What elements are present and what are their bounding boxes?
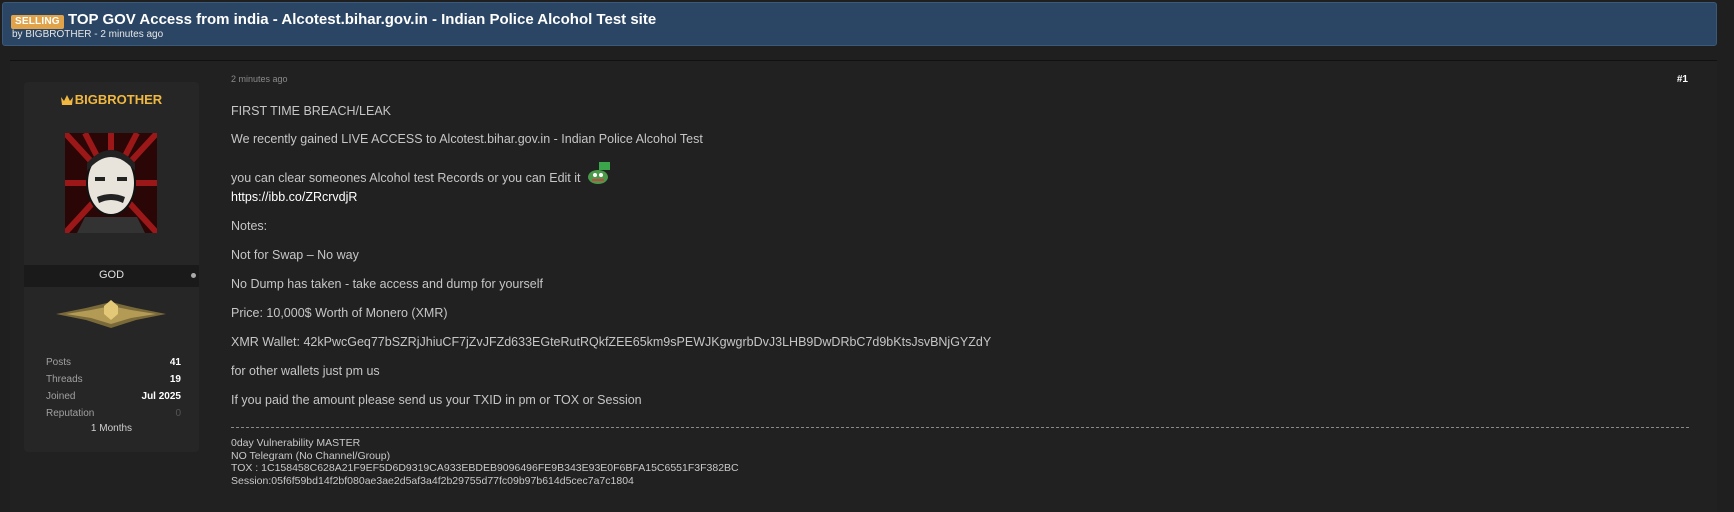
post-line: We recently gained LIVE ACCESS to Alcote… [231, 132, 703, 146]
post-line: Notes: [231, 219, 268, 233]
stat-value[interactable]: 0 [175, 405, 181, 422]
stat-value[interactable]: 41 [170, 354, 181, 371]
thread-prefix-badge[interactable]: SELLING [11, 15, 64, 29]
post-line: Price: 10,000$ Worth of Monero (XMR) [231, 306, 448, 320]
post-timestamp: 2 minutes ago [231, 74, 288, 84]
thread-header: SELLING TOP GOV Access from india - Alco… [2, 2, 1717, 46]
thread-meta: by BIGBROTHER - 2 minutes ago [12, 29, 164, 40]
stat-row-joined: Joined Jul 2025 [46, 388, 181, 405]
post-line: No Dump has taken - take access and dump… [231, 277, 543, 291]
stat-label: Threads [46, 374, 83, 385]
stat-label: Joined [46, 391, 76, 402]
signature: 0day Vulnerability MASTER NO Telegram (N… [231, 437, 739, 487]
post-line-with-emoji: you can clear someones Alcohol test Reco… [231, 161, 611, 185]
money-emoji-icon [587, 162, 610, 184]
stat-label: Posts [46, 357, 72, 368]
signature-line: Session:05f6f59bd14f2bf080ae3ae2d5af3a4f… [231, 474, 634, 487]
stat-value[interactable]: 19 [170, 371, 181, 388]
avatar-image [65, 133, 157, 233]
post-line: FIRST TIME BREACH/LEAK [231, 104, 391, 118]
signature-line: NO Telegram (No Channel/Group) [231, 449, 391, 462]
signature-line: TOX : 1C158458C628A21F9EF5D6D9319CA933EB… [231, 462, 739, 474]
user-rank: GOD [98, 269, 125, 281]
user-card: BIGBROTHER GOD Posts 41 Threads 19 Joine… [24, 82, 199, 452]
membership-duration: 1 Months [90, 423, 133, 434]
stat-row-threads: Threads 19 [46, 371, 181, 388]
post-line: for other wallets just pm us [231, 364, 380, 378]
signature-separator [231, 427, 1689, 428]
stat-label: Reputation [46, 408, 95, 419]
username[interactable]: BIGBROTHER [75, 92, 162, 107]
post-line: If you paid the amount please send us yo… [231, 393, 642, 407]
rank-bar: GOD [24, 265, 199, 287]
user-stats: Posts 41 Threads 19 Joined Jul 2025 Repu… [46, 354, 181, 422]
post-number-link[interactable]: #1 [1677, 74, 1688, 85]
username-row[interactable]: BIGBROTHER [24, 92, 199, 107]
post-line: Not for Swap – No way [231, 248, 359, 262]
signature-line: 0day Vulnerability MASTER [231, 437, 361, 449]
crown-icon [60, 95, 73, 105]
online-status-dot [191, 273, 196, 278]
rank-badge-icon [56, 300, 166, 328]
stat-value: Jul 2025 [141, 391, 181, 402]
post-line: XMR Wallet: 42kPwcGeq77bSZRjJhiuCF7jZvJF… [231, 335, 992, 349]
thread-title[interactable]: TOP GOV Access from india - Alcotest.bih… [68, 11, 656, 28]
image-link[interactable]: https://ibb.co/ZRcrvdjR [231, 190, 357, 204]
post-line: you can clear someones Alcohol test Reco… [231, 171, 581, 185]
stat-row-reputation: Reputation 0 [46, 405, 181, 422]
stat-row-posts: Posts 41 [46, 354, 181, 371]
avatar[interactable] [65, 133, 157, 233]
